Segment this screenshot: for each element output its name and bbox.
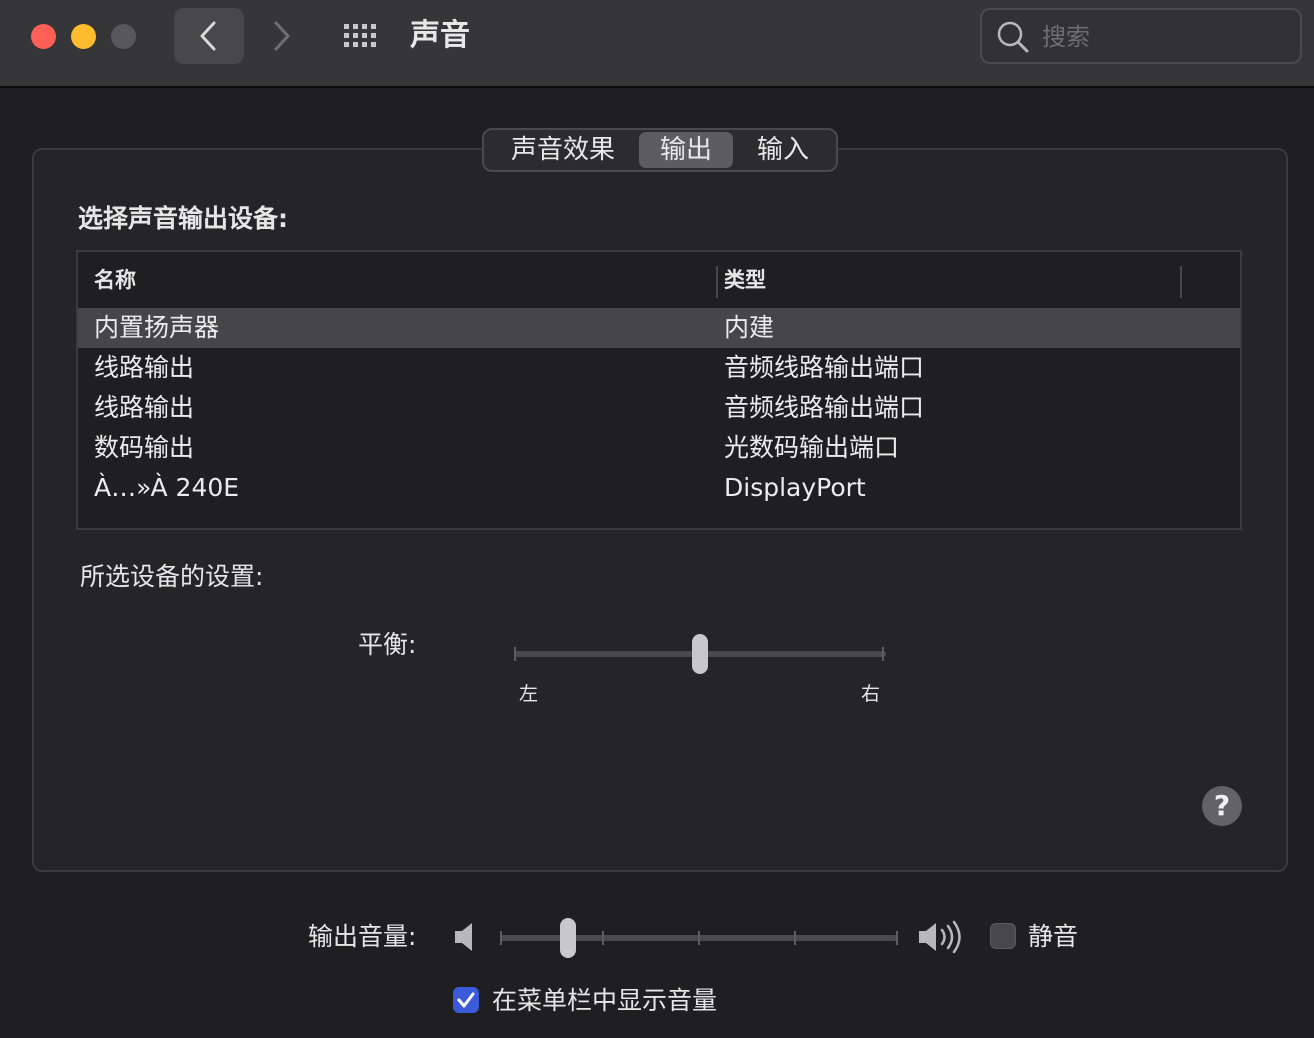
table-row[interactable]: À…»À 240E DisplayPort — [78, 468, 1240, 508]
column-header-type[interactable]: 类型 — [724, 264, 766, 296]
balance-left-label: 左 — [519, 683, 539, 705]
mute-label: 静音 — [1028, 922, 1079, 951]
tab-output[interactable]: 输出 — [639, 132, 733, 168]
tab-input[interactable]: 输入 — [733, 132, 833, 168]
device-type: 光数码输出端口 — [724, 433, 900, 462]
device-name: 数码输出 — [94, 433, 195, 462]
output-device-heading: 选择声音输出设备: — [78, 204, 288, 233]
column-divider[interactable] — [716, 266, 718, 298]
tab-bar: 声音效果 输出 输入 — [482, 128, 838, 172]
balance-slider-knob[interactable] — [692, 634, 708, 674]
table-header: 名称 类型 — [78, 252, 1240, 308]
help-button[interactable]: ? — [1202, 786, 1242, 826]
tab-sound-effects[interactable]: 声音效果 — [487, 132, 639, 168]
volume-tick — [896, 931, 898, 945]
forward-button[interactable] — [246, 8, 316, 64]
mute-checkbox[interactable] — [990, 923, 1016, 949]
device-type: DisplayPort — [724, 473, 866, 502]
table-row[interactable]: 内置扬声器 内建 — [78, 308, 1240, 348]
table-row[interactable]: 线路输出 音频线路输出端口 — [78, 348, 1240, 388]
chevron-right-icon — [274, 21, 290, 51]
search-field[interactable] — [980, 8, 1302, 64]
title-bar: 声音 — [0, 0, 1314, 88]
device-type: 音频线路输出端口 — [724, 393, 925, 422]
device-name: 线路输出 — [94, 393, 195, 422]
speaker-low-icon — [455, 923, 472, 951]
output-device-table: 名称 类型 内置扬声器 内建 线路输出 音频线路输出端口 线路输出 音频线路输出… — [76, 250, 1242, 530]
window-title: 声音 — [410, 18, 470, 53]
balance-right-label: 右 — [861, 683, 881, 705]
show-volume-in-menubar-checkbox[interactable] — [453, 987, 479, 1013]
device-name: 内置扬声器 — [94, 313, 220, 342]
balance-tick — [882, 647, 884, 661]
volume-tick — [500, 931, 502, 945]
column-divider[interactable] — [1180, 266, 1182, 298]
minimize-window-button[interactable] — [71, 24, 96, 49]
device-settings-heading: 所选设备的设置: — [80, 562, 264, 591]
volume-tick — [794, 931, 796, 945]
grid-icon — [344, 24, 376, 47]
balance-label: 平衡: — [358, 630, 417, 659]
volume-slider-knob[interactable] — [559, 918, 576, 958]
device-name: À…»À 240E — [94, 473, 240, 502]
volume-tick — [602, 931, 604, 945]
search-icon — [997, 21, 1029, 53]
device-type: 音频线路输出端口 — [724, 353, 925, 382]
table-row[interactable]: 数码输出 光数码输出端口 — [78, 428, 1240, 468]
table-row[interactable]: 线路输出 音频线路输出端口 — [78, 388, 1240, 428]
chevron-left-icon — [200, 21, 216, 51]
zoom-window-button[interactable] — [111, 24, 136, 49]
show-volume-in-menubar-label: 在菜单栏中显示音量 — [492, 986, 718, 1015]
device-name: 线路输出 — [94, 353, 195, 382]
output-volume-label: 输出音量: — [308, 922, 417, 951]
checkmark-icon — [457, 992, 475, 1008]
device-type: 内建 — [724, 313, 775, 342]
search-input[interactable] — [1040, 18, 1284, 56]
show-all-grid-button[interactable] — [340, 20, 384, 52]
balance-tick — [514, 647, 516, 661]
back-button[interactable] — [174, 8, 244, 64]
speaker-high-icon — [919, 920, 961, 954]
column-header-name[interactable]: 名称 — [94, 264, 136, 296]
volume-tick — [698, 931, 700, 945]
close-window-button[interactable] — [31, 24, 56, 49]
